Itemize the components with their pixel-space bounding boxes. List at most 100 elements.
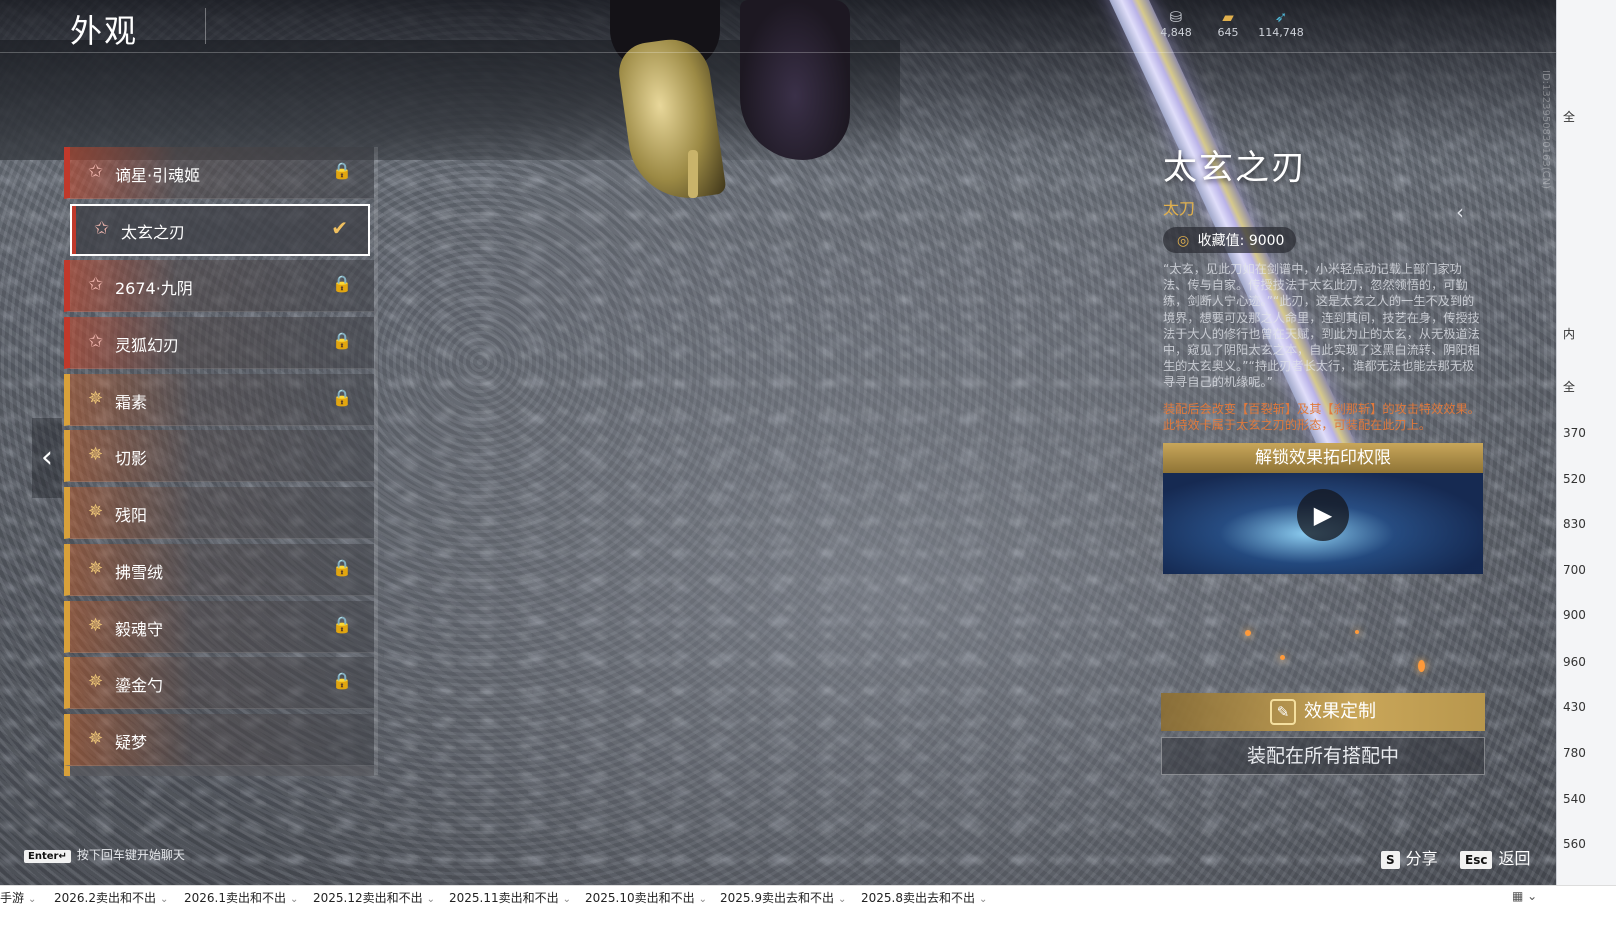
page-title: 外观 bbox=[70, 12, 139, 50]
bookmark-folder[interactable]: 2025.9卖出去和不出 ⌄ bbox=[720, 889, 846, 906]
star-icon: ✩ bbox=[94, 217, 110, 239]
spark-particle bbox=[1418, 660, 1425, 672]
lock-icon: 🔒 bbox=[332, 387, 352, 407]
list-item[interactable]: ✵ 残阳 bbox=[64, 487, 374, 540]
effect-note: 装配后会改变【百裂斩】及其【刹那斩】的攻击特效效果。此特效卡属于太玄之刃的形态，… bbox=[1163, 401, 1480, 432]
item-name: 拂雪绒 bbox=[115, 562, 164, 582]
list-item[interactable]: ✵ 拂雪绒 🔒 bbox=[64, 543, 374, 596]
bookmark-label: 2026.1卖出和不出 bbox=[184, 891, 286, 905]
side-text: 780 bbox=[1563, 746, 1586, 760]
lock-icon: 🔒 bbox=[332, 614, 352, 634]
list-item[interactable]: ✩ 谪星·引魂姬 🔒 bbox=[64, 147, 374, 199]
spark-particle bbox=[1355, 630, 1359, 634]
side-text: 540 bbox=[1563, 792, 1586, 806]
list-item[interactable]: ✩ 2674·九阴 🔒 bbox=[64, 260, 374, 313]
share-button[interactable]: S 分享 bbox=[1381, 845, 1438, 869]
character-heel bbox=[688, 150, 698, 198]
star-icon: ✩ bbox=[88, 274, 104, 296]
appearance-list: ✩ 谪星·引魂姬 🔒 ✩ 太玄之刃 ✔ ✩ 2674·九阴 🔒 ✩ 灵狐幻刃 🔒… bbox=[64, 147, 374, 771]
chat-hint-text: 按下回车键开始聊天 bbox=[76, 848, 185, 862]
brush-icon: ✎ bbox=[1270, 699, 1296, 725]
check-icon: ✔ bbox=[331, 215, 348, 240]
key-esc: Esc bbox=[1460, 851, 1493, 869]
share-label: 分享 bbox=[1405, 849, 1438, 868]
effect-preview-video[interactable]: ▶ bbox=[1163, 473, 1483, 575]
item-type: 太刀 bbox=[1163, 199, 1196, 218]
key-s: S bbox=[1381, 851, 1400, 869]
bookmark-folder[interactable]: 2025.12卖出和不出 ⌄ bbox=[313, 889, 435, 906]
adjacent-window-edge: 全 内 全 370 520 830 700 900 960 430 780 54… bbox=[1556, 0, 1616, 885]
list-item-selected[interactable]: ✩ 太玄之刃 ✔ bbox=[70, 203, 370, 256]
play-icon[interactable]: ▶ bbox=[1297, 489, 1349, 542]
side-text: 700 bbox=[1563, 563, 1586, 577]
side-text: 全 bbox=[1563, 380, 1576, 394]
bookmark-folder[interactable]: 手游 ⌄ bbox=[0, 889, 36, 906]
collection-value-badge: ◎ 收藏值: 9000 bbox=[1163, 227, 1297, 253]
bookmark-folder[interactable]: 2025.8卖出去和不出 ⌄ bbox=[861, 889, 987, 906]
spark-particle bbox=[1280, 655, 1285, 660]
side-text: 全 bbox=[1563, 110, 1576, 124]
detail-panel: 太玄之刃 太刀 ◎ 收藏值: 9000 “太玄，见此刀如在剑谱中，小米轻点动记载… bbox=[1163, 140, 1485, 575]
side-text: 560 bbox=[1563, 837, 1586, 851]
lock-icon: 🔒 bbox=[332, 671, 352, 691]
list-item[interactable]: ✩ 灵狐幻刃 🔒 bbox=[64, 317, 374, 370]
cross-star-icon: ✵ bbox=[88, 387, 104, 409]
effect-customize-button[interactable]: ✎ 效果定制 bbox=[1161, 693, 1485, 731]
chevron-down-icon: ⌄ bbox=[426, 894, 436, 905]
back-button[interactable]: Esc 返回 bbox=[1460, 845, 1530, 869]
list-item[interactable]: ✵ 毅魂守 🔒 bbox=[64, 600, 374, 653]
page-below bbox=[0, 907, 1616, 939]
bookmark-folder[interactable]: 2025.11卖出和不出 ⌄ bbox=[449, 889, 571, 906]
bookmark-label: 2025.11卖出和不出 bbox=[449, 891, 559, 905]
lock-icon: 🔒 bbox=[332, 274, 352, 294]
item-name: 灵狐幻刃 bbox=[115, 336, 180, 356]
header-bar: 外观 ⛁ 4,848 ▰ 645 ➶ 114,748 bbox=[0, 0, 1556, 53]
collapse-panel-button[interactable]: ‹ bbox=[1456, 200, 1464, 224]
list-scrollbar[interactable] bbox=[374, 147, 378, 775]
list-item[interactable]: ✵ 疑梦 bbox=[64, 713, 374, 766]
bookmark-label: 2025.10卖出和不出 bbox=[585, 891, 695, 905]
chat-hint[interactable]: Enter↵ 按下回车键开始聊天 bbox=[24, 846, 185, 863]
equip-all-button[interactable]: 装配在所有搭配中 bbox=[1161, 737, 1485, 775]
item-name: 2674·九阴 bbox=[115, 279, 193, 299]
collection-value: 收藏值: 9000 bbox=[1197, 233, 1285, 249]
bookmark-folder[interactable]: 2025.10卖出和不出 ⌄ bbox=[585, 889, 707, 906]
chevron-down-icon: ⌄ bbox=[698, 894, 708, 905]
list-item[interactable]: ✵ 切影 bbox=[64, 430, 374, 483]
chevron-down-icon: ⌄ bbox=[979, 894, 988, 905]
back-label: 返回 bbox=[1498, 849, 1531, 868]
item-name: 毅魂守 bbox=[115, 619, 164, 639]
chevron-left-icon: ‹ bbox=[41, 440, 53, 475]
list-item[interactable]: ✵ 鎏金勺 🔒 bbox=[64, 657, 374, 710]
currency-value: 4,848 bbox=[1160, 26, 1192, 39]
side-text: 内 bbox=[1563, 327, 1576, 341]
previous-category-button[interactable]: ‹ bbox=[32, 418, 62, 498]
lock-icon: 🔒 bbox=[332, 557, 352, 577]
chevron-down-icon: ⌄ bbox=[160, 894, 169, 905]
list-item[interactable]: ✵ 霜素 🔒 bbox=[64, 373, 374, 426]
currency-feather: ➶ 114,748 bbox=[1246, 8, 1316, 39]
currency-value: 645 bbox=[1217, 26, 1239, 39]
item-name: 疑梦 bbox=[115, 732, 148, 752]
bookmark-folder[interactable]: 2026.2卖出和不出 ⌄ bbox=[54, 889, 168, 906]
bookmark-folder[interactable]: 2026.1卖出和不出 ⌄ bbox=[184, 889, 298, 906]
cross-star-icon: ✵ bbox=[88, 444, 104, 466]
grid-icon[interactable]: ▦ ⌄ bbox=[1512, 889, 1537, 903]
build-id: ID:1323950830163(CN) bbox=[1540, 70, 1551, 189]
bookmark-label: 2025.8卖出去和不出 bbox=[861, 891, 975, 905]
item-name: 残阳 bbox=[115, 506, 148, 526]
item-description: “太玄，见此刀如在剑谱中，小米轻点动记载上部门家功法、传与自家。传授技法于太玄此… bbox=[1163, 262, 1480, 390]
enter-key: Enter↵ bbox=[24, 850, 71, 863]
title-divider bbox=[205, 8, 206, 44]
side-text: 520 bbox=[1563, 472, 1586, 486]
chevron-left-icon: ‹ bbox=[1456, 200, 1464, 224]
feather-icon: ➶ bbox=[1274, 8, 1288, 26]
item-name: 霜素 bbox=[115, 392, 148, 412]
bookmark-label: 2026.2卖出和不出 bbox=[54, 891, 156, 905]
bookmark-label: 手游 bbox=[0, 891, 25, 905]
item-title: 太玄之刃 bbox=[1163, 148, 1307, 188]
item-name: 鎏金勺 bbox=[115, 676, 164, 696]
spark-particle bbox=[1245, 630, 1251, 636]
cross-star-icon: ✵ bbox=[88, 557, 104, 579]
chevron-down-icon: ⌄ bbox=[562, 894, 572, 905]
